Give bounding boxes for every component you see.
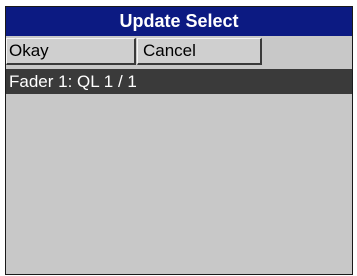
okay-button[interactable]: Okay (6, 38, 136, 65)
update-list[interactable]: Fader 1: QL 1 / 1 (6, 69, 352, 274)
dialog-toolbar: Okay Cancel (6, 36, 352, 69)
list-item-fader-1[interactable]: Fader 1: QL 1 / 1 (6, 69, 352, 94)
cancel-button[interactable]: Cancel (137, 38, 262, 65)
update-select-dialog: Update Select Okay Cancel Fader 1: QL 1 … (5, 6, 353, 275)
dialog-title: Update Select (6, 7, 352, 36)
